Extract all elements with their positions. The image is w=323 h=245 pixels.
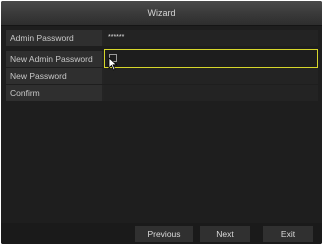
previous-button[interactable]: Previous bbox=[135, 226, 193, 242]
exit-button[interactable]: Exit bbox=[263, 226, 313, 242]
new-admin-password-checkbox-field[interactable] bbox=[104, 49, 318, 68]
wizard-window: Wizard Admin Password ****** New Admin P… bbox=[1, 1, 322, 244]
window-title: Wizard bbox=[1, 1, 322, 26]
confirm-label: Confirm bbox=[6, 85, 102, 101]
new-password-label: New Password bbox=[6, 68, 102, 84]
admin-password-label: Admin Password bbox=[6, 30, 102, 46]
password-form: Admin Password ****** New Admin Password… bbox=[6, 30, 318, 102]
new-admin-password-label: New Admin Password bbox=[6, 51, 102, 67]
next-button[interactable]: Next bbox=[200, 226, 250, 242]
wizard-footer: Previous Next Exit bbox=[1, 223, 322, 244]
new-password-field[interactable] bbox=[104, 68, 318, 84]
admin-password-row: Admin Password ****** bbox=[6, 30, 318, 46]
new-password-row: New Password bbox=[6, 68, 318, 84]
admin-password-field[interactable]: ****** bbox=[104, 30, 318, 46]
confirm-row: Confirm bbox=[6, 85, 318, 101]
mouse-pointer-icon bbox=[108, 57, 118, 71]
new-admin-password-row: New Admin Password bbox=[6, 49, 318, 68]
confirm-field[interactable] bbox=[104, 85, 318, 101]
